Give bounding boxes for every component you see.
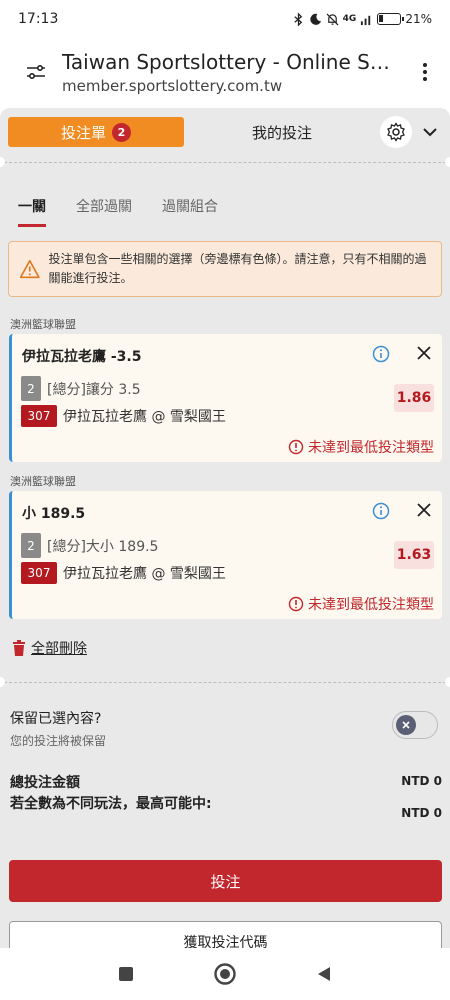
- league-name: 澳洲籃球聯盟: [10, 475, 76, 488]
- bet-slip-panel: 投注單 2 我的投注 一關 全部過關 過關組合 投注單包含一些相關的選擇（旁邊標…: [0, 108, 450, 948]
- status-time: 17:13: [18, 11, 59, 27]
- muted-bell-icon: [326, 13, 339, 25]
- recent-apps-icon[interactable]: [117, 965, 135, 983]
- keep-title: 保留已選內容?: [10, 711, 102, 727]
- place-bet-button[interactable]: 投注: [9, 860, 442, 902]
- system-nav-bar: [0, 948, 450, 1000]
- market-number: 2: [21, 376, 41, 401]
- delete-all-button[interactable]: 全部刪除: [12, 638, 87, 658]
- chevron-down-icon: [423, 128, 437, 137]
- ticket-notch: [445, 157, 450, 167]
- market-name: [總分]大小 189.5: [47, 538, 159, 555]
- keep-selections-toggle[interactable]: [392, 711, 438, 739]
- battery-level: 21%: [405, 12, 432, 26]
- page-title: Taiwan Sportslottery - Online Spor...: [62, 49, 402, 74]
- selection-card: 伊拉瓦拉老鷹 -3.5 2 [總分]讓分 3.5 1.86 307 伊拉瓦拉老鷹…: [9, 334, 442, 462]
- match-name: 伊拉瓦拉老鷹 @ 雪梨國王: [63, 409, 226, 425]
- minimum-type-error: 未達到最低投注類型: [288, 594, 434, 614]
- minimum-type-error: 未達到最低投注類型: [288, 437, 434, 457]
- match-row: 307 伊拉瓦拉老鷹 @ 雪梨國王: [21, 562, 226, 584]
- site-settings-icon[interactable]: [18, 54, 54, 90]
- related-selection-warning: 投注單包含一些相關的選擇（旁邊標有色條）。請注意，只有不相關的過關能進行投注。: [8, 241, 442, 297]
- match-name: 伊拉瓦拉老鷹 @ 雪梨國王: [63, 566, 226, 582]
- divider: [4, 162, 446, 163]
- max-win-label: 若全數為不同玩法，最高可能中:: [10, 796, 212, 812]
- status-icons: 4G 21%: [292, 12, 432, 26]
- settings-button[interactable]: [380, 116, 412, 148]
- error-icon: [288, 596, 304, 612]
- match-code: 307: [21, 405, 57, 427]
- bet-count-badge: 2: [112, 122, 131, 142]
- collapse-button[interactable]: [418, 120, 442, 144]
- total-stake-value: NTD 0: [401, 774, 442, 788]
- home-icon[interactable]: [213, 962, 237, 986]
- bluetooth-icon: [294, 12, 302, 26]
- error-icon: [288, 439, 304, 455]
- address-field[interactable]: Taiwan Sportslottery - Online Spor... me…: [62, 50, 410, 95]
- error-text: 未達到最低投注類型: [308, 440, 434, 456]
- info-icon[interactable]: [372, 345, 390, 363]
- ticket-notch: [0, 157, 5, 167]
- selection-title: 伊拉瓦拉老鷹 -3.5: [22, 349, 142, 365]
- network-type: 4G: [342, 14, 357, 24]
- delete-all-label: 全部刪除: [31, 641, 87, 657]
- market-number: 2: [21, 533, 41, 558]
- bet-slip-label: 投注單: [60, 123, 106, 142]
- warning-text: 投注單包含一些相關的選擇（旁邊標有色條）。請注意，只有不相關的過關能進行投注。: [48, 252, 427, 285]
- market-row: 2 [總分]讓分 3.5: [21, 376, 141, 401]
- tab-parlay-combo[interactable]: 過關組合: [162, 196, 218, 227]
- my-bets-tab[interactable]: 我的投注: [184, 122, 380, 143]
- status-bar: 17:13 4G 21%: [0, 0, 450, 38]
- warning-icon: [19, 259, 40, 279]
- ticket-notch: [0, 677, 5, 687]
- browser-url-bar: Taiwan Sportslottery - Online Spor... me…: [0, 38, 450, 106]
- close-icon[interactable]: [414, 500, 434, 520]
- gear-icon: [387, 122, 405, 142]
- moon-icon: [309, 13, 321, 25]
- back-icon[interactable]: [315, 965, 333, 983]
- close-icon[interactable]: [414, 343, 434, 363]
- tab-single[interactable]: 一關: [18, 196, 46, 227]
- bet-slip-header: 投注單 2 我的投注: [0, 108, 450, 156]
- tab-all-parlay[interactable]: 全部過關: [76, 196, 132, 227]
- page-host: member.sportslottery.com.tw: [62, 76, 283, 95]
- keep-selections: 保留已選內容? 您的投注將被保留: [10, 708, 106, 749]
- match-row: 307 伊拉瓦拉老鷹 @ 雪梨國王: [21, 405, 226, 427]
- trash-icon: [13, 640, 25, 656]
- selection-card: 小 189.5 2 [總分]大小 189.5 1.63 307 伊拉瓦拉老鷹 @…: [9, 491, 442, 619]
- browser-menu-icon[interactable]: [410, 63, 440, 81]
- error-text: 未達到最低投注類型: [308, 597, 434, 613]
- toggle-knob: [396, 715, 416, 735]
- total-stake-label: 總投注金額: [10, 775, 80, 791]
- close-icon: [402, 721, 410, 729]
- match-code: 307: [21, 562, 57, 584]
- battery-icon: [377, 13, 405, 25]
- get-bet-code-button[interactable]: 獲取投注代碼: [9, 921, 442, 948]
- market-name: [總分]讓分 3.5: [47, 381, 141, 398]
- max-win-value: NTD 0: [401, 806, 442, 820]
- divider: [4, 682, 446, 683]
- market-row: 2 [總分]大小 189.5: [21, 533, 158, 558]
- keep-subtitle: 您的投注將被保留: [10, 734, 107, 748]
- info-icon[interactable]: [372, 502, 390, 520]
- bet-type-tabs: 一關 全部過關 過關組合: [18, 196, 218, 227]
- selection-title: 小 189.5: [22, 506, 86, 522]
- odds-value[interactable]: 1.86: [394, 384, 434, 412]
- bet-slip-tab[interactable]: 投注單 2: [8, 117, 184, 147]
- signal-icon: [361, 15, 371, 25]
- ticket-notch: [445, 677, 450, 687]
- league-name: 澳洲籃球聯盟: [10, 318, 76, 331]
- odds-value[interactable]: 1.63: [394, 541, 434, 569]
